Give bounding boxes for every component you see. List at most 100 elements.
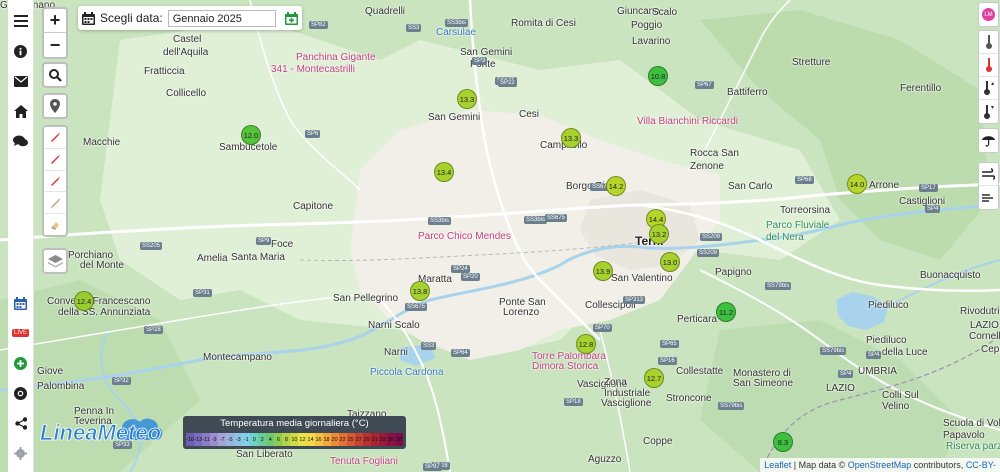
mail-button[interactable] — [8, 66, 34, 96]
attribution-sep-2: contributors, — [911, 460, 966, 470]
wind-button[interactable] — [979, 163, 998, 186]
place-label: Scalo — [652, 7, 678, 18]
search-button[interactable] — [42, 62, 68, 88]
locate-button[interactable] — [42, 93, 68, 119]
place-label: Narni Scalo — [368, 320, 420, 331]
draw-tool-4[interactable] — [44, 192, 66, 215]
road-shield: SS3bis — [445, 19, 469, 27]
left-sidebar: LIVE — [8, 0, 34, 472]
place-label: Convento Francescano — [47, 296, 151, 307]
legend-tick: 6 — [274, 433, 283, 446]
calendar-icon[interactable] — [82, 11, 95, 25]
linea-meteo-logo[interactable]: LineaMeteo — [38, 412, 166, 452]
zoom-out-button[interactable]: − — [44, 33, 66, 57]
rain-button[interactable] — [979, 129, 998, 152]
station-marker[interactable]: 8.3 — [773, 432, 793, 452]
attribution-sep-1: | Map data © — [791, 460, 848, 470]
station-marker[interactable]: 13.8 — [410, 281, 430, 301]
temp-min-button[interactable] — [979, 100, 998, 123]
station-marker[interactable]: 13.2 — [649, 224, 669, 244]
cc-link[interactable]: CC-BY- — [966, 460, 996, 470]
logo-text: LineaMeteo — [40, 420, 161, 445]
station-marker[interactable]: 12.7 — [644, 368, 664, 388]
home-icon — [13, 104, 28, 118]
legend-tick: 8 — [282, 433, 291, 446]
map-app: Quadrelli Carsulae Romita di Cesi Giuncano S… — [0, 0, 1000, 472]
place-label: Montecampano — [203, 352, 272, 363]
place-label: San Liberato — [236, 449, 293, 460]
live-button[interactable]: LIVE — [8, 318, 34, 348]
calendar-plus-icon[interactable] — [285, 11, 298, 25]
place-label: Poggio — [631, 20, 663, 31]
road-shield: SS79bis — [820, 347, 847, 355]
calendar-icon — [14, 296, 27, 310]
road-shield: SP9 — [256, 237, 272, 245]
chat-button[interactable] — [8, 126, 34, 156]
station-marker[interactable]: 10.8 — [648, 66, 668, 86]
road-shield: SP6 — [305, 130, 321, 138]
lm-layer-button[interactable]: LM — [979, 3, 998, 26]
station-marker[interactable]: 13.9 — [593, 261, 613, 281]
road-shield: SP20 — [461, 273, 480, 281]
road-shield: SP31 — [193, 289, 212, 297]
road-shield: SP18 — [564, 398, 583, 406]
place-label: Cesi — [519, 109, 540, 120]
station-marker[interactable]: 12.4 — [74, 291, 94, 311]
gear-button[interactable] — [8, 438, 34, 468]
station-marker[interactable]: 14.0 — [847, 174, 867, 194]
date-input[interactable]: Gennaio 2025 — [167, 9, 276, 27]
station-marker[interactable]: 12.0 — [241, 125, 261, 145]
calendar-button[interactable] — [8, 288, 34, 318]
draw-tool-1[interactable] — [44, 127, 66, 149]
legend-tick: -1 — [242, 433, 251, 446]
place-label: Parco Fluviale — [766, 220, 830, 231]
layer-tools-temp — [978, 30, 999, 124]
zoom-in-button[interactable]: + — [44, 9, 66, 33]
legend-tick: 22 — [338, 433, 347, 446]
road-shield: SP70 — [593, 324, 612, 332]
place-label: Lavarino — [632, 36, 671, 47]
station-marker[interactable]: 14.2 — [606, 176, 626, 196]
menu-button[interactable] — [8, 6, 34, 36]
station-marker[interactable]: 13.3 — [457, 89, 477, 109]
place-label: Torreorsina — [780, 205, 831, 216]
place-label: Papigno — [715, 267, 752, 278]
station-marker[interactable]: 11.2 — [716, 302, 736, 322]
place-label: Arrone — [869, 180, 900, 191]
station-marker[interactable]: 12.8 — [576, 334, 596, 354]
temp-max-button[interactable] — [979, 77, 998, 100]
osm-link[interactable]: OpenStreetMap — [848, 460, 912, 470]
place-label: Parco Chico Mendes — [418, 231, 511, 242]
place-label: Rocca San — [690, 148, 739, 159]
place-label: UMBRIA — [858, 366, 897, 377]
add-button[interactable] — [8, 348, 34, 378]
draw-tool-2[interactable] — [44, 149, 66, 171]
thermometer-red-button[interactable] — [979, 54, 998, 77]
place-label: Battiferro — [727, 87, 768, 98]
chat-icon — [13, 135, 28, 147]
home-button[interactable] — [8, 96, 34, 126]
place-label: della Luce — [882, 347, 928, 358]
pencil-tan-icon — [51, 198, 60, 208]
station-marker[interactable]: 13.3 — [561, 128, 581, 148]
draw-tool-3[interactable] — [44, 171, 66, 193]
place-label: Stroncone — [666, 393, 712, 404]
draw-tool-5[interactable] — [44, 214, 66, 235]
settings-button[interactable] — [8, 378, 34, 408]
thermometer-button[interactable] — [979, 31, 998, 54]
leaflet-link[interactable]: Leaflet — [764, 460, 791, 470]
thermometer-up-icon — [984, 81, 994, 95]
share-button[interactable] — [8, 408, 34, 438]
place-label: Panchina Gigante — [296, 52, 376, 63]
legend-tick: 16 — [314, 433, 323, 446]
layers-button[interactable] — [42, 248, 68, 274]
station-marker[interactable]: 13.0 — [660, 252, 680, 272]
info-button[interactable] — [8, 36, 34, 66]
station-marker[interactable]: 13.4 — [434, 162, 454, 182]
place-label: Piccola Cardona — [370, 367, 444, 378]
place-label: Piediluco — [866, 335, 907, 346]
wind-gust-button[interactable] — [979, 186, 998, 209]
road-shield: SP28 — [144, 326, 163, 334]
place-label: Dimora Storica — [532, 361, 599, 372]
place-label: del Nera — [766, 232, 804, 243]
